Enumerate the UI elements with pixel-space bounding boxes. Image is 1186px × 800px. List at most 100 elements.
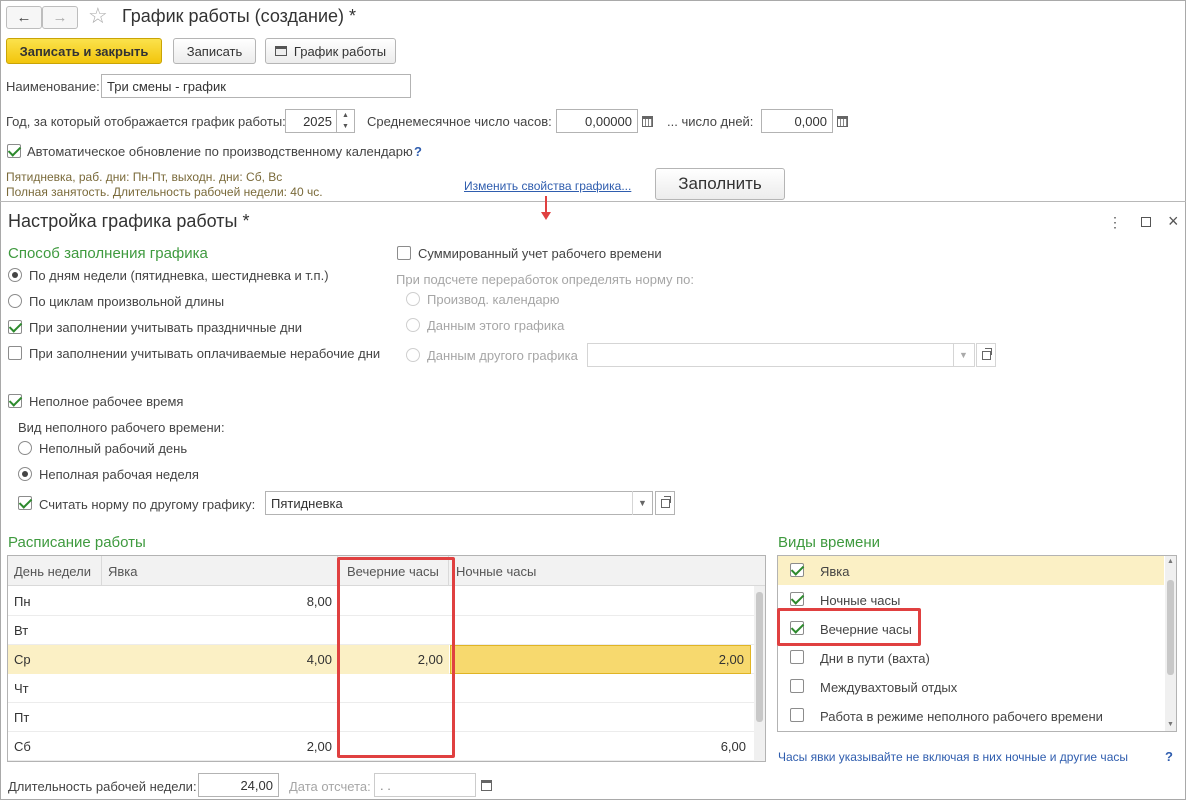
help-icon[interactable]: ?: [414, 144, 422, 159]
cell-attend[interactable]: [102, 616, 338, 645]
favorite-star-icon[interactable]: ☆: [88, 3, 108, 29]
avg-hours-input[interactable]: 0,00000: [556, 109, 638, 133]
part-week-label: Неполная рабочая неделя: [39, 467, 199, 482]
holidays-checkbox[interactable]: [8, 320, 22, 334]
other-schedule-radio[interactable]: [406, 348, 420, 362]
open-icon[interactable]: [976, 343, 996, 367]
save-button[interactable]: Записать: [173, 38, 256, 64]
avg-hours-label: Среднемесячное число часов:: [367, 114, 552, 129]
settings-title: Настройка графика работы *: [8, 211, 250, 231]
fill-button[interactable]: Заполнить: [655, 168, 785, 200]
open-icon[interactable]: [655, 491, 675, 515]
cell-night[interactable]: [449, 587, 752, 616]
cell-night[interactable]: 6,00: [449, 732, 752, 761]
time-kind-checkbox[interactable]: [790, 679, 804, 693]
prod-calendar-label: Производ. календарю: [427, 292, 560, 307]
year-input[interactable]: 2025: [285, 109, 337, 133]
chevron-down-icon[interactable]: ▼: [953, 343, 973, 367]
norm-other-select[interactable]: Пятидневка: [265, 491, 653, 515]
more-icon[interactable]: ⋮: [1108, 214, 1122, 231]
by-weekdays-label: По дням недели (пятидневка, шестидневка …: [29, 268, 329, 283]
fill-method-header: Способ заполнения графика: [8, 245, 208, 262]
part-time-label: Неполное рабочее время: [29, 394, 184, 409]
norm-other-checkbox[interactable]: [18, 496, 32, 510]
close-icon[interactable]: ×: [1168, 211, 1179, 232]
arrow-left-icon: ←: [16, 9, 32, 26]
help-icon[interactable]: ?: [1165, 749, 1173, 764]
cell-day: Чт: [14, 681, 29, 696]
auto-update-label: Автоматическое обновление по производств…: [27, 144, 413, 159]
paid-nonwork-label: При заполнении учитывать оплачиваемые не…: [29, 346, 381, 361]
days-input[interactable]: 0,000: [761, 109, 833, 133]
column-header-attend[interactable]: Явка: [102, 556, 338, 586]
cell-night[interactable]: [449, 616, 752, 645]
cell-night[interactable]: [449, 674, 752, 703]
calculator-icon[interactable]: [638, 109, 656, 133]
back-button[interactable]: ←: [6, 6, 42, 29]
time-kinds-header: Виды времени: [778, 534, 881, 551]
table-scrollbar[interactable]: [754, 586, 765, 761]
list-scrollbar[interactable]: ▲ ▼: [1165, 556, 1176, 731]
cell-day: Вт: [14, 623, 29, 638]
week-length-input[interactable]: 24,00: [198, 773, 279, 797]
time-kinds-hint: Часы явки указывайте не включая в них но…: [778, 750, 1128, 764]
this-schedule-radio[interactable]: [406, 318, 420, 332]
ref-date-input[interactable]: . .: [374, 773, 476, 797]
window-title: График работы (создание) *: [122, 6, 357, 26]
spin-up-icon[interactable]: ▲: [337, 110, 354, 121]
part-day-label: Неполный рабочий день: [39, 441, 188, 456]
part-time-checkbox[interactable]: [8, 394, 22, 408]
cell-attend[interactable]: [102, 674, 338, 703]
days-label: ... число дней:: [667, 114, 754, 129]
scroll-down-icon[interactable]: ▼: [1167, 721, 1174, 728]
spin-down-icon[interactable]: ▼: [337, 121, 354, 132]
other-schedule-label: Данным другого графика: [427, 348, 578, 363]
part-week-radio[interactable]: [18, 467, 32, 481]
cell-day: Пн: [14, 594, 31, 609]
column-header-night[interactable]: Ночные часы: [449, 556, 752, 586]
column-header-day[interactable]: День недели: [8, 556, 102, 586]
schedule-print-button[interactable]: График работы: [265, 38, 396, 64]
forward-button[interactable]: →: [42, 6, 78, 29]
paid-nonwork-checkbox[interactable]: [8, 346, 22, 360]
holidays-label: При заполнении учитывать праздничные дни: [29, 320, 303, 335]
time-kind-label: Работа в режиме неполного рабочего време…: [820, 709, 1103, 724]
time-kind-checkbox[interactable]: [790, 650, 804, 664]
calendar-icon[interactable]: [477, 773, 495, 797]
scrollbar-thumb[interactable]: [756, 592, 763, 722]
cell-night-active[interactable]: 2,00: [450, 645, 751, 674]
scroll-up-icon[interactable]: ▲: [1167, 558, 1174, 565]
by-weekdays-radio[interactable]: [8, 268, 22, 282]
schedule-print-label: График работы: [293, 43, 387, 59]
arrow-down-icon: [541, 212, 551, 220]
cell-attend[interactable]: 8,00: [102, 587, 338, 616]
this-schedule-label: Данным этого графика: [427, 318, 565, 333]
maximize-icon[interactable]: [1141, 217, 1151, 227]
summarized-checkbox[interactable]: [397, 246, 411, 260]
cell-day: Пт: [14, 710, 30, 725]
name-input[interactable]: Три смены - график: [101, 74, 411, 98]
cell-attend[interactable]: 4,00: [102, 645, 338, 674]
change-properties-link[interactable]: Изменить свойства графика...: [464, 179, 631, 193]
by-cycles-radio[interactable]: [8, 294, 22, 308]
scrollbar-thumb[interactable]: [1167, 580, 1174, 675]
chevron-down-icon[interactable]: ▼: [632, 491, 652, 515]
other-schedule-select[interactable]: [587, 343, 975, 367]
calculator-icon[interactable]: [833, 109, 851, 133]
time-kind-checkbox[interactable]: [790, 563, 804, 577]
time-kind-checkbox[interactable]: [790, 592, 804, 606]
highlight-evening-column: [337, 557, 455, 758]
schedule-info-line1: Пятидневка, раб. дни: Пн-Пт, выходн. дни…: [6, 170, 283, 184]
cell-night[interactable]: [449, 703, 752, 732]
save-and-close-button[interactable]: Записать и закрыть: [6, 38, 162, 64]
prod-calendar-radio[interactable]: [406, 292, 420, 306]
auto-update-checkbox[interactable]: [7, 144, 21, 158]
cell-attend[interactable]: [102, 703, 338, 732]
highlight-evening-kind: [777, 608, 921, 646]
time-kind-checkbox[interactable]: [790, 708, 804, 722]
schedule-header: Расписание работы: [8, 534, 146, 551]
part-time-kind-label: Вид неполного рабочего времени:: [18, 420, 225, 435]
part-day-radio[interactable]: [18, 441, 32, 455]
year-spinner[interactable]: ▲ ▼: [337, 109, 355, 133]
cell-attend[interactable]: 2,00: [102, 732, 338, 761]
